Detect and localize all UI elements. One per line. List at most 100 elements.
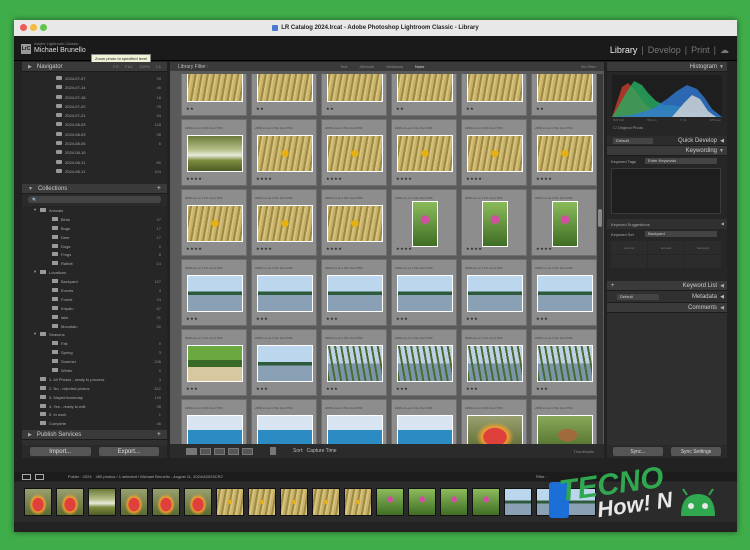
no-filter-preset[interactable]: No Filter: [581, 64, 596, 69]
photo-thumbnail[interactable]: [327, 205, 383, 242]
collection-row[interactable]: Winter 0: [22, 366, 167, 375]
photo-cell[interactable]: 2008-xxx-at 1 f/11 1/a 0 P60★★★: [391, 259, 457, 326]
keyword-entry-box[interactable]: [611, 168, 721, 214]
photo-cell[interactable]: 2008-xxx-at 1 f/11 1/a 0 P60★★★: [321, 259, 387, 326]
people-view-icon[interactable]: [242, 447, 253, 455]
collection-set-row[interactable]: ▼ Animals: [22, 206, 167, 215]
folder-row[interactable]: 2024-07-20 25: [22, 102, 167, 111]
folder-row[interactable]: 2024-07-21 54: [22, 111, 167, 120]
nav-1to1[interactable]: 1:1: [155, 64, 161, 69]
collection-row[interactable]: Dogs 2: [22, 242, 167, 251]
keyword-set-item[interactable]: [611, 255, 647, 268]
collection-row[interactable]: 5. In work 1: [22, 410, 167, 419]
photo-cell[interactable]: 2008-xxx-at 1 f/11 1/a 0 P60★★★: [181, 329, 247, 396]
star-rating[interactable]: ★★★: [396, 386, 408, 391]
folder-row[interactable]: 2024-08-11 80: [22, 158, 167, 167]
filmstrip-thumbnail[interactable]: [280, 488, 308, 516]
folder-row[interactable]: 2024-07-14 46: [22, 83, 167, 92]
filmstrip-folder[interactable]: Folder : 2024: [68, 474, 92, 479]
collection-row[interactable]: 4. Yes - ready to edit 36: [22, 402, 167, 411]
quick-develop-header[interactable]: Default Quick Develop ◀: [607, 136, 727, 146]
saved-preset-select[interactable]: Default: [613, 138, 653, 144]
collection-row[interactable]: Spring 3: [22, 348, 167, 357]
photo-cell[interactable]: 2008-xxx-at 1 f/11 1/a 0 P60★★★: [461, 329, 527, 396]
photo-cell[interactable]: 2008-xxx-at 1 f/11 1/a 0 P60 ★★★★: [181, 189, 247, 256]
photo-cell[interactable]: 2008-xxx-at 1 f/11 1/a 0 P60★★★: [321, 399, 387, 448]
folder-row[interactable]: 2024-08-05 6: [22, 139, 167, 148]
photo-cell[interactable]: 2008-xxx-at 1 f/11 1/a 0 P60 ★★★★: [391, 189, 457, 256]
photo-cell[interactable]: 2008-xxx-at 1 f/11 1/a 0 P60★★★: [251, 399, 317, 448]
star-rating[interactable]: ★★★: [536, 316, 548, 321]
filmstrip-thumbnail[interactable]: [184, 488, 212, 516]
grid-view-icon[interactable]: [186, 447, 197, 455]
star-rating[interactable]: ★★★: [186, 316, 198, 321]
histogram-header[interactable]: Histogram ▼: [607, 62, 727, 72]
metadata-header[interactable]: Default Metadata ◀: [607, 291, 727, 303]
collection-row[interactable]: Bugs 17: [22, 224, 167, 233]
photo-cell[interactable]: 2008-xxx-at 1 f/11 1/a 0 P60 ★★★★: [321, 119, 387, 186]
star-rating[interactable]: ★★★★: [466, 246, 482, 251]
star-rating[interactable]: ★★★★: [256, 176, 272, 181]
scroll-thumb[interactable]: [598, 209, 602, 227]
photo-cell[interactable]: 2008-xxx-at 1 f/11 1/a 0 P60★★★: [251, 329, 317, 396]
nav-fit[interactable]: FIT: [113, 64, 119, 69]
collection-row[interactable]: Rabbit 14: [22, 259, 167, 268]
photo-cell[interactable]: 2008-xxx-at 1 f/11 1/a 0 P60★★: [321, 74, 387, 116]
metadata-preset-select[interactable]: Default: [617, 294, 659, 300]
photo-cell[interactable]: 2008-xxx-at 1 f/11 1/a 0 P60★★★: [461, 259, 527, 326]
filter-metadata[interactable]: Metadata: [386, 64, 403, 69]
photo-thumbnail[interactable]: [327, 74, 383, 102]
photo-cell[interactable]: 2008-xxx-at 1 f/11 1/a 0 P60★★: [251, 74, 317, 116]
keyword-set-item[interactable]: summer: [611, 241, 647, 254]
star-rating[interactable]: ★★: [396, 106, 404, 111]
photo-cell[interactable]: 2008-xxx-at 1 f/11 1/a 0 P60 ★★★★: [181, 119, 247, 186]
collection-search-input[interactable]: 🔍: [28, 196, 161, 203]
photo-cell[interactable]: 2008-xxx-at 1 f/11 1/a 0 P60★★★: [251, 259, 317, 326]
keyword-suggestions-header[interactable]: Keyword Suggestions ◀: [607, 219, 727, 229]
close-window-button[interactable]: [20, 24, 27, 31]
collection-row[interactable]: 2. No - rejected photos 442: [22, 384, 167, 393]
module-develop[interactable]: Develop: [648, 45, 681, 56]
spray-can-icon[interactable]: [270, 447, 276, 455]
collection-row[interactable]: Forest 24: [22, 295, 167, 304]
star-rating[interactable]: ★★★★: [536, 246, 552, 251]
collection-row[interactable]: Birds 47: [22, 215, 167, 224]
photo-thumbnail[interactable]: [257, 345, 313, 382]
star-rating[interactable]: ★★★: [466, 316, 478, 321]
photo-cell[interactable]: 2008-xxx-at 1 f/11 1/a 0 P60 ★★★★: [321, 189, 387, 256]
folder-row[interactable]: 2024-07-18 18: [22, 93, 167, 102]
add-collection-icon[interactable]: +: [157, 185, 161, 192]
photo-thumbnail[interactable]: [327, 275, 383, 312]
star-rating[interactable]: ★★★: [536, 386, 548, 391]
collection-row[interactable]: Mountain 92: [22, 322, 167, 331]
photo-cell[interactable]: 2008-xxx-at 1 f/11 1/a 0 P60★★★: [531, 259, 597, 326]
nav-fill[interactable]: FILL: [125, 64, 133, 69]
filmstrip-thumbnail[interactable]: [472, 488, 500, 516]
star-rating[interactable]: ★★★: [326, 316, 338, 321]
navigator-header[interactable]: ▶ Navigator FIT FILL 100% 1:1: [22, 62, 167, 72]
photo-thumbnail[interactable]: [257, 275, 313, 312]
filmstrip-thumbnail[interactable]: [120, 488, 148, 516]
photo-thumbnail[interactable]: [537, 275, 593, 312]
folder-row[interactable]: 2024-08-11 104: [22, 167, 167, 176]
star-rating[interactable]: ★★★★: [256, 246, 272, 251]
cloud-icon[interactable]: ☁: [720, 45, 729, 56]
filmstrip-thumbnail[interactable]: [440, 488, 468, 516]
photo-thumbnail[interactable]: [482, 201, 508, 247]
photo-thumbnail[interactable]: [187, 74, 243, 102]
photo-cell[interactable]: 2008-xxx-at 1 f/11 1/a 0 P60★★: [181, 74, 247, 116]
filmstrip-thumbnail[interactable]: [376, 488, 404, 516]
photo-cell[interactable]: 2008-xxx-at 1 f/11 1/a 0 P60★★★: [531, 399, 597, 448]
photo-thumbnail[interactable]: [327, 135, 383, 172]
folder-row[interactable]: 2024-08-10: [22, 148, 167, 157]
nav-100[interactable]: 100%: [139, 64, 149, 69]
keyword-set-item[interactable]: [648, 255, 684, 268]
publish-services-header[interactable]: ▶ Publish Services +: [22, 430, 167, 440]
original-photo-checkbox[interactable]: ☐ Original Photo: [613, 125, 643, 130]
second-window-icon[interactable]: [22, 473, 31, 480]
photo-thumbnail[interactable]: [257, 74, 313, 102]
photo-thumbnail[interactable]: [537, 74, 593, 102]
second-window-icon-2[interactable]: [35, 473, 44, 480]
module-library[interactable]: Library: [610, 45, 638, 56]
collection-row[interactable]: lake 31: [22, 313, 167, 322]
